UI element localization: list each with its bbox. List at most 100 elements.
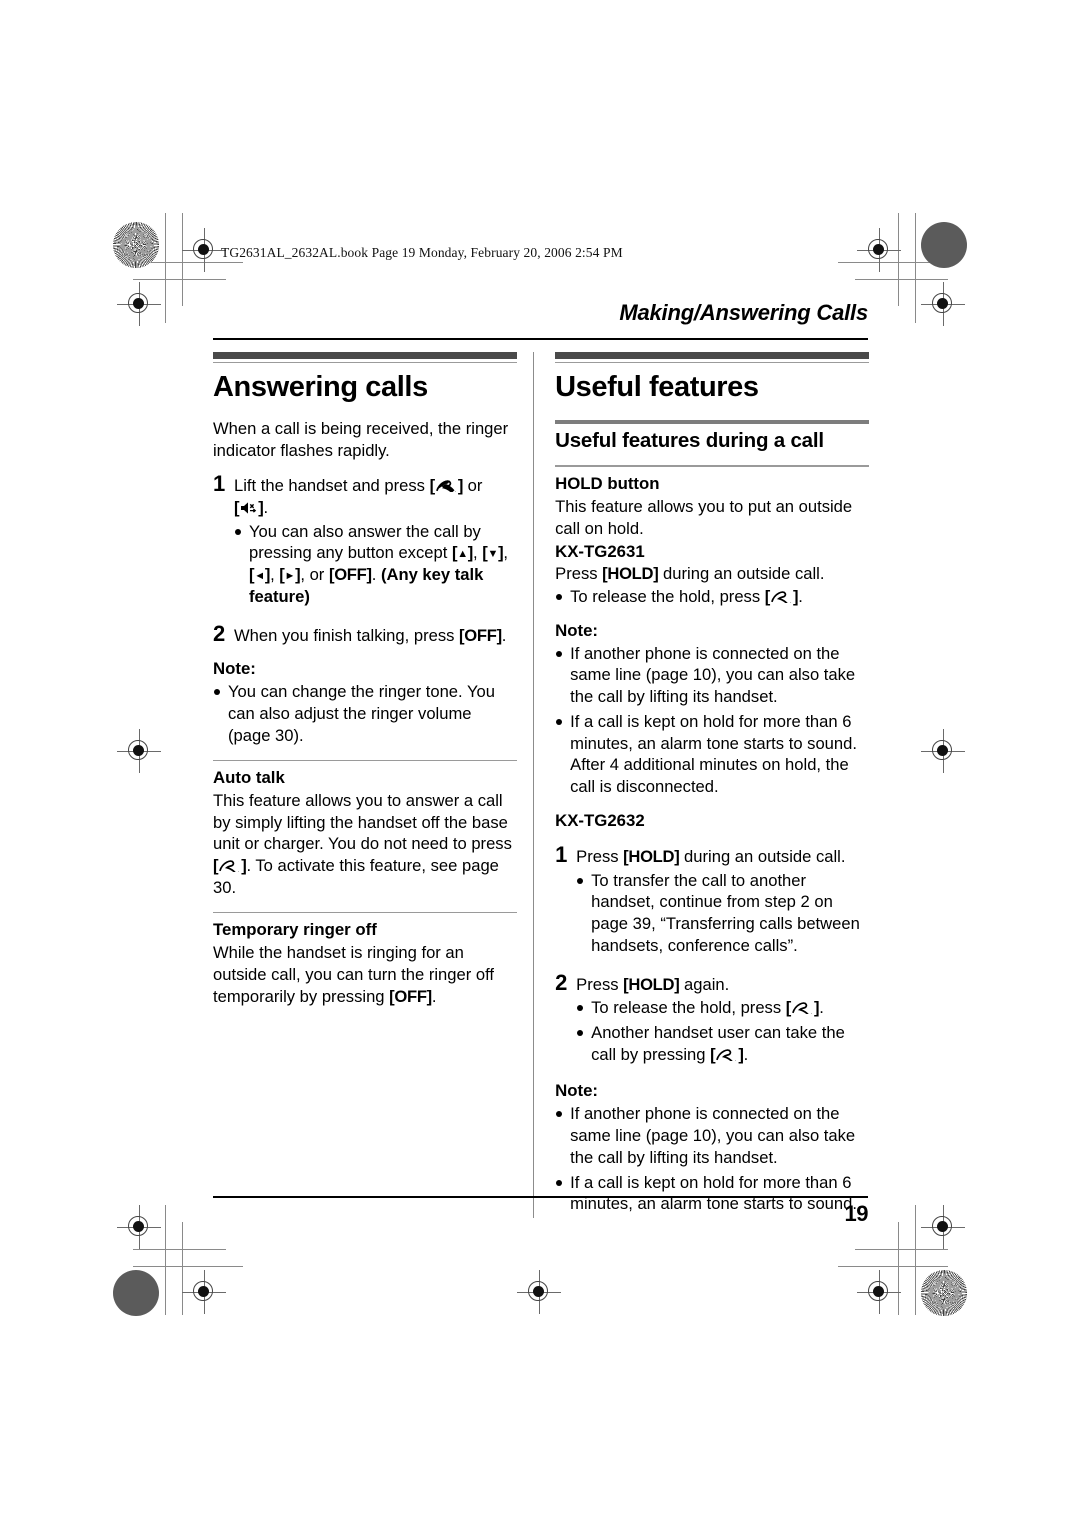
step-number: 2	[555, 969, 568, 995]
right-column: Useful features Useful features during a…	[534, 352, 869, 1218]
model-kx-tg2631: KX-TG2631	[555, 542, 645, 562]
footer-rule	[213, 1196, 868, 1198]
solid-dot-mark	[113, 1270, 159, 1316]
step-1: 1 Press [HOLD] during an outside call. T…	[555, 843, 869, 960]
step-text-after: .	[263, 497, 269, 517]
key-talk: []	[764, 586, 799, 606]
note-label: Note:	[213, 659, 256, 679]
subsection-title: Useful features during a call	[555, 428, 824, 452]
registration-mark	[921, 282, 965, 326]
handset-talk-icon	[771, 591, 792, 603]
registration-mark	[182, 228, 226, 272]
subhead-rule	[555, 419, 869, 424]
handset-talk-icon	[716, 1048, 737, 1061]
note-label: Note:	[555, 620, 599, 640]
hold-press-text: Press [HOLD] during an outside call.	[555, 563, 869, 585]
trim-line	[165, 1205, 166, 1315]
note-list-1: If another phone is connected on the sam…	[555, 643, 869, 798]
trim-line	[133, 1249, 226, 1250]
bullet-part-4: ,	[270, 565, 280, 585]
speakerphone-icon	[241, 502, 257, 514]
press-after: during an outside call.	[658, 564, 825, 584]
bullet-part-1: You can also answer the call by pressing…	[249, 521, 481, 563]
step-text: When you finish talking, press [OFF].	[234, 625, 517, 647]
key-off: [OFF]	[459, 625, 502, 645]
bullet-item: To release the hold, press [].	[576, 997, 869, 1019]
key-talk: []	[710, 1044, 744, 1064]
model-kx-tg2632: KX-TG2632	[555, 810, 645, 830]
running-head-rule	[213, 338, 868, 340]
step-2: 2 Press [HOLD] again. To release the hol…	[555, 969, 869, 1069]
key-off: [OFF]	[389, 986, 432, 1006]
page-number: 19	[844, 1201, 869, 1226]
handset-talk-icon	[435, 480, 456, 493]
registration-mark	[921, 729, 965, 773]
registration-mark	[117, 282, 161, 326]
intro-paragraph: When a call is being received, the ringe…	[213, 418, 509, 460]
trof-before: While the handset is ringing for an outs…	[213, 943, 495, 1006]
trim-line	[133, 279, 226, 280]
note-item: If a call is kept on hold for more than …	[555, 1172, 869, 1215]
note-label: Note:	[555, 1081, 599, 1101]
registration-mark	[921, 1205, 965, 1249]
note-list-2: If another phone is connected on the sam…	[555, 1103, 869, 1215]
key-hold: [HOLD]	[602, 564, 659, 584]
b1-after: .	[819, 998, 824, 1018]
b1-before: To release the hold, press	[591, 998, 786, 1018]
key-up-arrow: [▲]	[451, 543, 474, 563]
handset-talk-icon	[219, 860, 240, 873]
manual-page: TG2631AL_2632AL.book Page 19 Monday, Feb…	[0, 0, 1080, 1528]
registration-mark	[857, 1270, 901, 1314]
star-target-mark	[113, 222, 159, 268]
section-title: Useful features	[555, 370, 759, 403]
step-text-middle: or	[463, 476, 483, 496]
bullet-item: Another handset user can take the call b…	[576, 1022, 869, 1065]
registration-mark	[517, 1270, 561, 1314]
step-2-bullets: To release the hold, press []. Another h…	[576, 997, 869, 1065]
auto-talk-after: . To activate this feature, see page 30.	[213, 856, 499, 897]
step-text-after: again.	[679, 974, 730, 994]
step-text-after: .	[501, 625, 507, 645]
chapter-rule-thin	[555, 361, 869, 363]
note-item: If another phone is connected on the sam…	[555, 1103, 869, 1168]
bullet-item: To release the hold, press [].	[555, 586, 869, 608]
section-divider	[555, 465, 869, 467]
trof-after: .	[431, 986, 437, 1006]
trim-line	[855, 279, 948, 280]
registration-mark	[182, 1270, 226, 1314]
step-number: 1	[213, 471, 226, 497]
page-title: Answering calls	[213, 370, 428, 403]
note-item: You can change the ringer tone. You can …	[213, 681, 517, 746]
chapter-rule-thin	[213, 361, 518, 363]
trim-line	[165, 213, 166, 323]
step-1-bullets: To transfer the call to another handset,…	[576, 870, 869, 957]
trim-line	[915, 213, 916, 323]
solid-dot-mark	[921, 222, 967, 268]
page-content: Answering calls When a call is being rec…	[213, 352, 869, 1219]
bullet-part-3: ,	[503, 543, 508, 563]
temporary-ringer-off-text: While the handset is ringing for an outs…	[213, 942, 517, 1007]
key-speakerphone: []	[234, 497, 264, 517]
trim-line	[855, 1249, 948, 1250]
bullet-part-6: .	[371, 565, 381, 585]
trim-line	[133, 1266, 243, 1267]
registration-mark	[117, 1205, 161, 1249]
file-stamp: TG2631AL_2632AL.book Page 19 Monday, Feb…	[221, 245, 623, 260]
section-divider	[213, 759, 518, 762]
step-2: 2 When you finish talking, press [OFF].	[213, 622, 517, 647]
step-text: Lift the handset and press [] or []. You…	[234, 475, 517, 610]
step-text-after: during an outside call.	[679, 846, 846, 866]
key-hold: [HOLD]	[623, 974, 680, 994]
step-text: Press [HOLD] again. To release the hold,…	[576, 974, 869, 1069]
trim-line	[915, 1205, 916, 1315]
auto-talk-before: This feature allows you to answer a call…	[213, 791, 512, 854]
note-item: If another phone is connected on the sam…	[555, 643, 869, 708]
bullet-part-5: , or	[300, 565, 329, 585]
key-hold: [HOLD]	[623, 846, 680, 866]
key-down-arrow: [▼]	[482, 543, 504, 563]
step-1: 1 Lift the handset and press [] or []. Y…	[213, 473, 517, 610]
step-text-before: When you finish talking, press	[234, 625, 460, 645]
press-before: Press	[555, 564, 603, 584]
hold-release-list: To release the hold, press [].	[555, 586, 869, 608]
key-talk: []	[785, 998, 820, 1018]
